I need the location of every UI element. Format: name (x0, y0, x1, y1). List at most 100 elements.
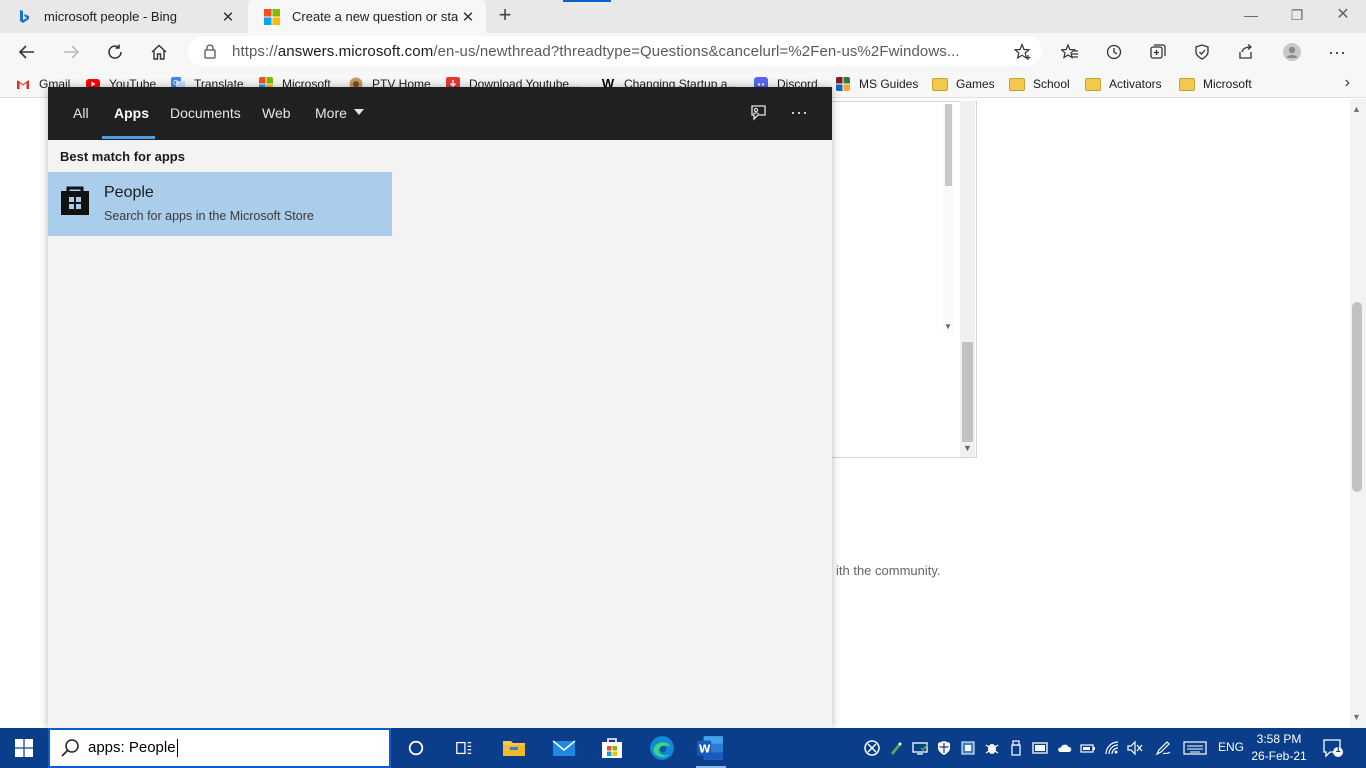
word-app-icon[interactable]: W (696, 734, 724, 762)
page-partial-text: ith the community. (836, 563, 941, 578)
favorites-button[interactable] (1055, 37, 1085, 67)
cloud-icon (1058, 744, 1072, 752)
editor-inner-scroll-thumb[interactable] (945, 104, 952, 186)
action-center-button[interactable]: 1 (1322, 738, 1344, 758)
scroll-down-arrow-icon[interactable]: ▼ (1352, 712, 1361, 722)
minimize-button[interactable]: — (1228, 0, 1274, 32)
scroll-up-arrow-icon[interactable]: ▲ (1352, 104, 1361, 114)
taskbar-search-box[interactable]: apps: People (48, 728, 391, 768)
tablet-glyph-icon (1032, 742, 1048, 754)
address-bar[interactable]: https://answers.microsoft.com/en-us/newt… (188, 36, 1042, 66)
microsoft-store-icon[interactable] (598, 734, 626, 762)
new-tab-button[interactable]: + (492, 4, 518, 28)
pen-workspace-icon[interactable] (1155, 740, 1171, 756)
tab-answers[interactable]: Create a new question or start a ✕ (248, 0, 486, 33)
share-button[interactable] (1231, 37, 1261, 67)
search-query-text[interactable]: apps: People (88, 739, 178, 757)
browser-essentials-button[interactable] (1187, 37, 1217, 67)
page-scroll-thumb[interactable] (1352, 302, 1362, 492)
task-view-icon[interactable] (450, 734, 478, 762)
chevron-right-icon[interactable]: › (1345, 74, 1350, 92)
search-header: All Apps Documents Web More ··· (48, 87, 832, 140)
favorite-ms-guides[interactable]: MS Guides (836, 75, 918, 93)
best-match-heading: Best match for apps (60, 149, 185, 164)
network-adapter-icon[interactable] (960, 740, 976, 756)
onedrive-icon[interactable] (1056, 740, 1072, 756)
search-tab-all[interactable]: All (73, 105, 89, 125)
bug-glyph-icon (985, 744, 999, 754)
favorite-folder-activators[interactable]: Activators (1085, 75, 1162, 93)
folder-icon (932, 77, 948, 91)
security-shield-icon[interactable] (936, 740, 952, 756)
refresh-button[interactable] (100, 37, 130, 67)
search-tab-web[interactable]: Web (262, 105, 291, 125)
window-drag-indicator (563, 0, 611, 2)
close-tab-icon[interactable]: ✕ (218, 8, 238, 26)
search-tab-apps[interactable]: Apps (114, 105, 149, 125)
favorite-folder-microsoft[interactable]: Microsoft (1179, 75, 1252, 93)
best-match-result[interactable]: People Search for apps in the Microsoft … (48, 172, 392, 236)
scroll-down-arrow-icon[interactable]: ▼ (944, 322, 952, 331)
favorite-label: School (1033, 77, 1070, 91)
antivirus-tray-icon[interactable] (984, 740, 1000, 756)
collections-button[interactable] (1143, 37, 1173, 67)
settings-more-button[interactable]: ··· (1322, 37, 1352, 67)
xbox-icon[interactable] (864, 740, 880, 756)
volume-muted-icon[interactable] (1127, 740, 1143, 756)
edge-browser-icon[interactable] (648, 734, 676, 762)
search-tab-more[interactable]: More (315, 105, 364, 125)
wifi-glyph-icon (1105, 741, 1119, 755)
feedback-icon[interactable] (747, 103, 769, 125)
taskbar: apps: People W ENG 3:58 PM 26-Feb-21 1 (0, 728, 1366, 768)
favorite-folder-school[interactable]: School (1009, 75, 1070, 93)
display-tray-icon[interactable] (912, 740, 928, 756)
start-button[interactable] (0, 728, 48, 768)
close-window-button[interactable]: ✕ (1320, 0, 1366, 32)
word-logo-icon: W (697, 736, 723, 760)
clock-time: 3:58 PM (1256, 732, 1302, 746)
clock[interactable]: 3:58 PM 26-Feb-21 (1251, 731, 1307, 765)
battery-icon[interactable] (1080, 740, 1096, 756)
search-tab-documents[interactable]: Documents (170, 105, 241, 125)
home-button[interactable] (144, 37, 174, 67)
input-language[interactable]: ENG (1218, 740, 1244, 754)
tab-bing[interactable]: microsoft people - Bing ✕ (0, 0, 246, 33)
profile-button[interactable] (1277, 37, 1307, 67)
speaker-mute-glyph-icon (1127, 740, 1143, 756)
feedback-glyph-icon (751, 105, 766, 121)
back-button[interactable] (12, 37, 42, 67)
store-bag-icon (61, 186, 89, 215)
msguides-icon (836, 77, 850, 91)
pen-tray-icon[interactable] (888, 740, 904, 756)
history-icon (1106, 44, 1122, 60)
editor-scroll-thumb[interactable] (962, 342, 973, 442)
file-explorer-icon[interactable] (500, 734, 528, 762)
usb-device-icon[interactable] (1008, 740, 1024, 756)
favorite-label: Activators (1109, 77, 1162, 91)
svg-text:W: W (699, 742, 711, 755)
result-subtitle: Search for apps in the Microsoft Store (104, 209, 314, 223)
forward-button[interactable] (56, 37, 86, 67)
wifi-icon[interactable] (1104, 740, 1120, 756)
history-button[interactable] (1099, 37, 1129, 67)
home-icon (151, 44, 167, 60)
cortana-icon[interactable] (402, 734, 430, 762)
add-favorite-icon[interactable] (1014, 43, 1032, 61)
editor-frame (832, 101, 977, 458)
back-arrow-icon (18, 45, 34, 59)
tablet-tray-icon[interactable] (1032, 740, 1048, 756)
mail-app-icon[interactable] (550, 734, 578, 762)
dropdown-caret-icon (353, 109, 364, 115)
scroll-down-arrow-icon[interactable]: ▼ (963, 443, 972, 453)
bing-icon (20, 9, 29, 23)
touch-keyboard-icon[interactable] (1183, 740, 1207, 756)
close-tab-icon[interactable]: ✕ (458, 8, 478, 26)
more-options-icon[interactable]: ··· (788, 103, 810, 125)
lock-icon (204, 44, 216, 59)
url-text[interactable]: https://answers.microsoft.com/en-us/newt… (232, 43, 997, 60)
folder-icon (1009, 77, 1025, 91)
envelope-icon (552, 740, 576, 756)
edge-logo-icon (650, 736, 674, 760)
restore-button[interactable]: ❐ (1274, 0, 1320, 32)
favorite-folder-games[interactable]: Games (932, 75, 995, 93)
